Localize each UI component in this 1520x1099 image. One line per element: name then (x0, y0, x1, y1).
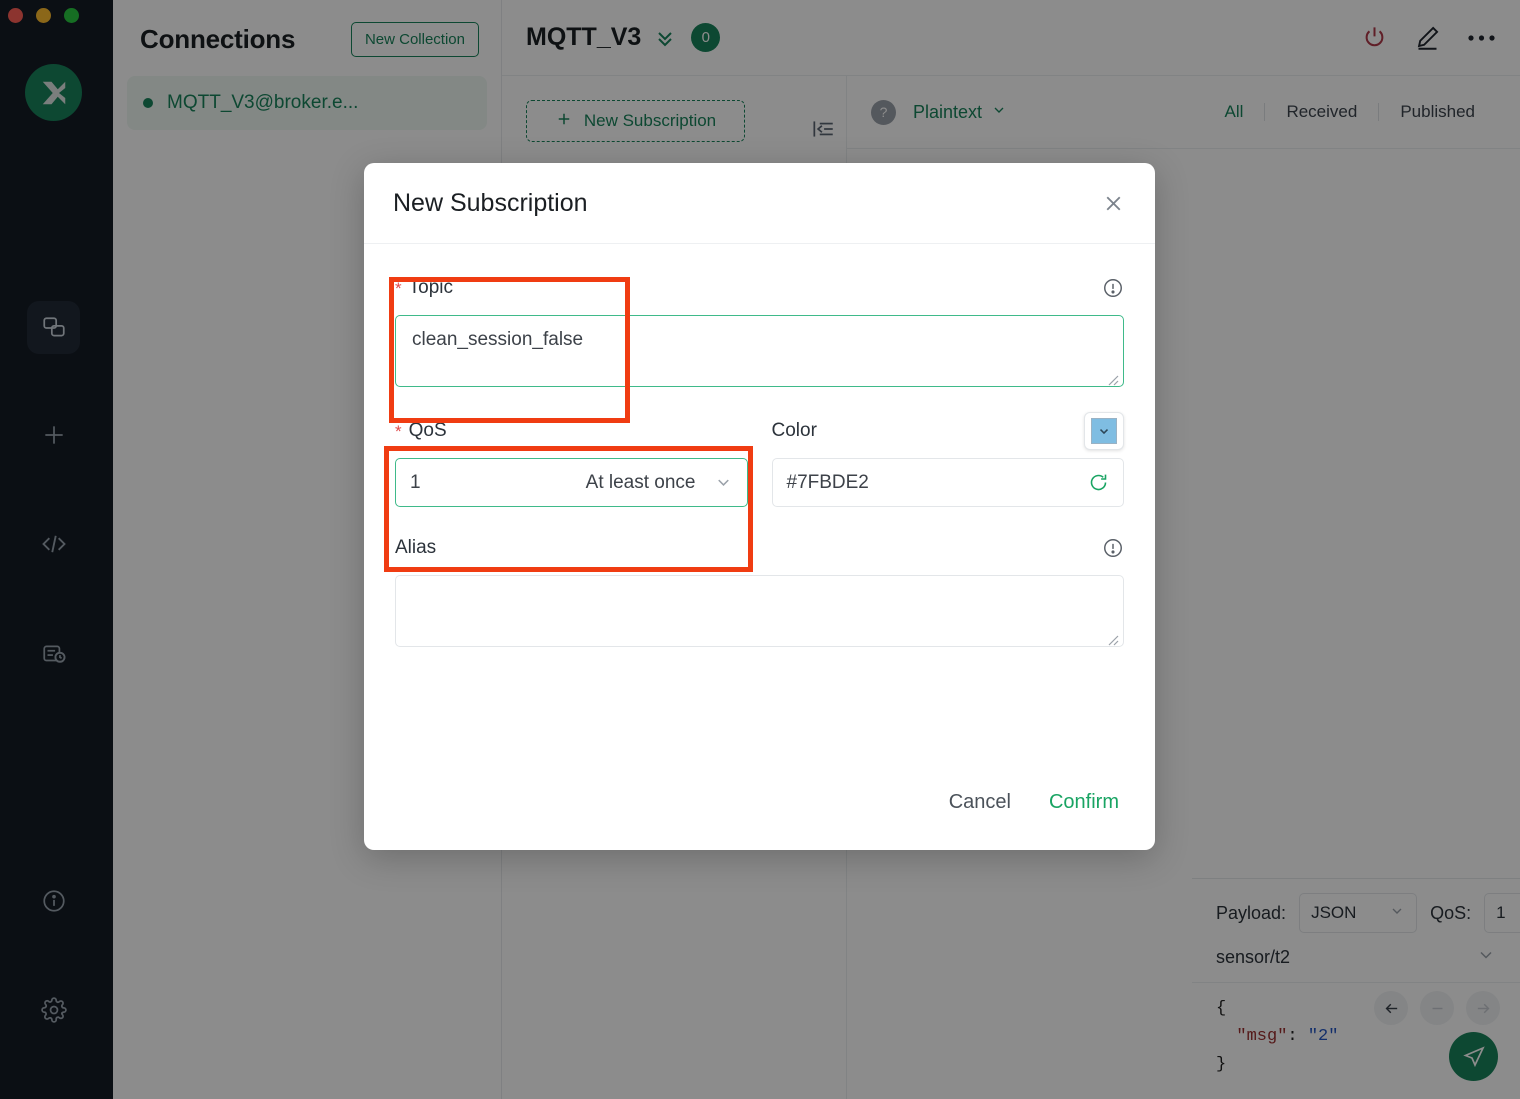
topic-field-label-row: * Topic (395, 273, 1124, 303)
refresh-icon[interactable] (1088, 472, 1109, 493)
color-hex-value: #7FBDE2 (787, 472, 869, 494)
cancel-button[interactable]: Cancel (949, 791, 1011, 814)
close-icon[interactable] (1101, 191, 1126, 216)
color-field: Color #7FBDE2 (772, 416, 1125, 507)
alias-label: Alias (395, 537, 436, 559)
dialog-footer: Cancel Confirm (364, 754, 1155, 850)
qos-field-label-row: * QoS (395, 416, 748, 446)
new-subscription-dialog: New Subscription * Topic (364, 163, 1155, 850)
alias-input[interactable] (395, 575, 1124, 647)
color-swatch-button[interactable] (1084, 412, 1124, 450)
qos-field: * QoS 1 At least once (395, 416, 748, 507)
dialog-body: * Topic * QoS (364, 244, 1155, 652)
topic-input-wrap (395, 315, 1124, 392)
topic-input[interactable] (395, 315, 1124, 387)
color-label: Color (772, 420, 817, 442)
color-hex-input[interactable]: #7FBDE2 (772, 458, 1125, 507)
resize-grip-icon[interactable] (1105, 372, 1119, 389)
required-marker: * (395, 280, 402, 297)
required-marker: * (395, 423, 402, 440)
chevron-down-icon (714, 473, 733, 492)
exclamation-circle-icon[interactable] (1102, 537, 1124, 559)
alias-input-wrap (395, 575, 1124, 652)
qos-select[interactable]: 1 At least once (395, 458, 748, 507)
dialog-title: New Subscription (393, 189, 588, 218)
qos-value: 1 (410, 472, 446, 494)
alias-field-label-row: Alias (395, 533, 1124, 563)
qos-color-row: * QoS 1 At least once Color (395, 416, 1124, 507)
color-field-label-row: Color (772, 416, 1125, 446)
resize-grip-icon[interactable] (1105, 632, 1119, 649)
confirm-button[interactable]: Confirm (1049, 791, 1119, 814)
dialog-header: New Subscription (364, 163, 1155, 244)
app-window: Connections New Collection MQTT_V3@broke… (0, 0, 1520, 1099)
qos-value-text: At least once (586, 472, 696, 494)
topic-label: Topic (409, 277, 453, 299)
qos-label: QoS (409, 420, 447, 442)
color-swatch (1091, 418, 1117, 444)
exclamation-circle-icon[interactable] (1102, 277, 1124, 299)
